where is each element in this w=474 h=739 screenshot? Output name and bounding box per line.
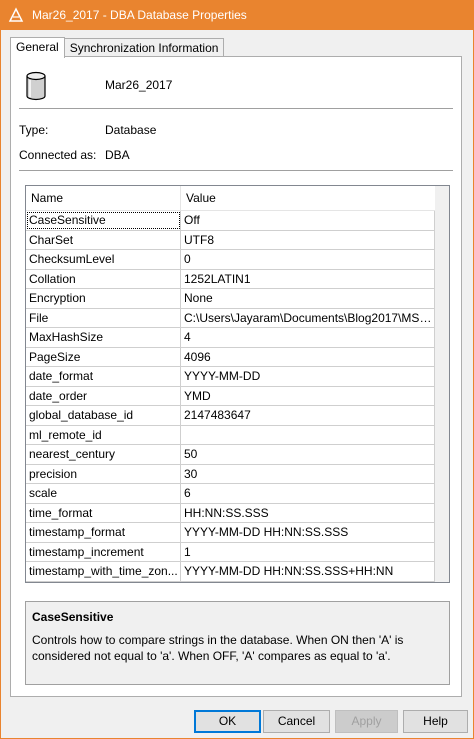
table-row[interactable]: global_database_id 2147483647	[26, 406, 435, 426]
table-row[interactable]: File C:\Users\Jayaram\Documents\Blog2017\…	[26, 308, 435, 328]
description-title: CaseSensitive	[32, 610, 114, 624]
property-name-cell[interactable]: File	[26, 308, 181, 327]
property-name-cell[interactable]: ml_remote_id	[26, 425, 181, 444]
description-text: Controls how to compare strings in the d…	[32, 633, 404, 663]
property-value-cell[interactable]: UTF8	[181, 230, 435, 249]
general-tab-panel: Mar26_2017 Type: Database Connected as: …	[10, 56, 462, 697]
properties-grid[interactable]: Name Value CaseSensitive Off CharSet UTF8 Ch…	[25, 185, 450, 583]
separator	[19, 108, 453, 109]
property-value-cell[interactable]: 4	[181, 328, 435, 347]
table-row[interactable]: PageSize 4096	[26, 347, 435, 367]
table-row[interactable]: timestamp_format YYYY-MM-DD HH:NN:SS.SSS	[26, 523, 435, 543]
property-value-cell[interactable]: Off	[181, 211, 435, 230]
property-value-cell[interactable]: 1	[181, 542, 435, 561]
property-value-cell[interactable]: HH:NN:SS.SSS	[181, 503, 435, 522]
tab-synchronization-information[interactable]: Synchronization Information	[63, 38, 225, 57]
property-name-cell[interactable]: date_order	[26, 386, 181, 405]
property-name-cell[interactable]: timestamp_increment	[26, 542, 181, 561]
property-name-cell[interactable]: nearest_century	[26, 445, 181, 464]
property-name-cell[interactable]: global_database_id	[26, 406, 181, 425]
property-name-cell[interactable]: MaxHashSize	[26, 328, 181, 347]
database-cylinder-icon	[26, 71, 46, 101]
table-row[interactable]: timestamp_with_time_zon... YYYY-MM-DD HH:…	[26, 562, 435, 582]
database-name: Mar26_2017	[105, 78, 173, 92]
table-row[interactable]: precision 30	[26, 464, 435, 484]
help-button[interactable]: Help	[403, 710, 468, 733]
property-name-cell[interactable]: time_format	[26, 503, 181, 522]
property-value-cell[interactable]: 0	[181, 250, 435, 269]
title-bar[interactable]: Mar26_2017 - DBA Database Properties	[0, 0, 474, 30]
property-name-cell[interactable]: Encryption	[26, 289, 181, 308]
separator	[19, 170, 453, 171]
table-row[interactable]: scale 6	[26, 484, 435, 504]
table-row[interactable]: date_order YMD	[26, 386, 435, 406]
property-value-cell[interactable]: 30	[181, 464, 435, 483]
vertical-scrollbar[interactable]	[435, 211, 449, 582]
header-scroll-filler	[435, 186, 449, 211]
table-row[interactable]: nearest_century 50	[26, 445, 435, 465]
property-name-cell[interactable]: ChecksumLevel	[26, 250, 181, 269]
property-name-cell[interactable]: timestamp_with_time_zon...	[26, 562, 181, 581]
property-value-cell[interactable]	[181, 425, 435, 444]
property-name-cell[interactable]: date_format	[26, 367, 181, 386]
property-value-cell[interactable]: YYYY-MM-DD	[181, 367, 435, 386]
table-row[interactable]: date_format YYYY-MM-DD	[26, 367, 435, 387]
property-name-cell[interactable]: timestamp_format	[26, 523, 181, 542]
property-name-cell[interactable]: PageSize	[26, 347, 181, 366]
property-value-cell[interactable]: None	[181, 289, 435, 308]
window-title: Mar26_2017 - DBA Database Properties	[32, 8, 247, 22]
property-name-cell[interactable]: precision	[26, 464, 181, 483]
table-row[interactable]: Collation 1252LATIN1	[26, 269, 435, 289]
property-value-cell[interactable]: 6	[181, 484, 435, 503]
grid-header: Name Value	[26, 186, 449, 211]
property-value-cell[interactable]: YYYY-MM-DD HH:NN:SS.SSS+HH:NN	[181, 562, 435, 581]
apply-button[interactable]: Apply	[335, 710, 398, 733]
property-value-cell[interactable]: YYYY-MM-DD HH:NN:SS.SSS	[181, 523, 435, 542]
property-name-cell[interactable]: CharSet	[26, 230, 181, 249]
ok-button[interactable]: OK	[194, 710, 261, 733]
property-value-cell[interactable]: 4096	[181, 347, 435, 366]
table-row[interactable]: time_format HH:NN:SS.SSS	[26, 503, 435, 523]
property-description-box: CaseSensitive Controls how to compare st…	[25, 601, 450, 685]
column-header-name[interactable]: Name	[26, 186, 181, 211]
table-row[interactable]: Encryption None	[26, 289, 435, 309]
property-value-cell[interactable]: 1252LATIN1	[181, 269, 435, 288]
connected-as-value: DBA	[105, 148, 130, 162]
table-row[interactable]: ml_remote_id	[26, 425, 435, 445]
type-value: Database	[105, 123, 157, 137]
property-value-cell[interactable]: 50	[181, 445, 435, 464]
property-value-cell[interactable]: C:\Users\Jayaram\Documents\Blog2017\MSS.…	[181, 308, 435, 327]
table-row[interactable]: timestamp_increment 1	[26, 542, 435, 562]
type-label: Type:	[19, 123, 49, 137]
column-header-value[interactable]: Value	[181, 186, 436, 211]
table-row[interactable]: ChecksumLevel 0	[26, 250, 435, 270]
property-name-cell[interactable]: CaseSensitive	[26, 211, 181, 230]
table-row[interactable]: CaseSensitive Off	[26, 211, 435, 231]
property-value-cell[interactable]: 2147483647	[181, 406, 435, 425]
connected-as-label: Connected as:	[19, 148, 97, 162]
tab-strip: General Synchronization Information	[10, 37, 225, 58]
cancel-button[interactable]: Cancel	[263, 710, 330, 733]
table-row[interactable]: MaxHashSize 4	[26, 328, 435, 348]
grid-rows: CaseSensitive Off CharSet UTF8 ChecksumLevel…	[26, 211, 435, 582]
sybase-app-icon	[8, 7, 24, 22]
property-name-cell[interactable]: Collation	[26, 269, 181, 288]
property-value-cell[interactable]: YMD	[181, 386, 435, 405]
table-row[interactable]: CharSet UTF8	[26, 230, 435, 250]
tab-general[interactable]: General	[10, 37, 65, 58]
property-name-cell[interactable]: scale	[26, 484, 181, 503]
